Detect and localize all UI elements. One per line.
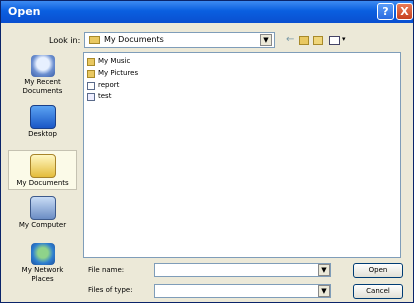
places-bar: My Recent Documents Desktop My Documents…: [8, 52, 77, 302]
folder-icon: [89, 36, 100, 44]
pictures-folder-icon: [87, 70, 95, 78]
place-desktop[interactable]: Desktop: [8, 105, 77, 138]
help-button[interactable]: ?: [377, 3, 394, 20]
place-label: My Documents: [16, 179, 69, 187]
new-folder-icon[interactable]: [313, 36, 323, 45]
file-name: My Music: [98, 57, 131, 65]
my-documents-icon: [29, 154, 56, 178]
music-folder-icon: [87, 58, 95, 66]
close-button[interactable]: X: [396, 3, 413, 20]
views-menu-icon[interactable]: [329, 36, 340, 45]
file-type-select[interactable]: ▼: [154, 284, 331, 298]
open-button[interactable]: Open: [353, 263, 403, 278]
open-dialog: Open ? X Look in: My Documents ▼ ← ▾ My …: [0, 0, 414, 303]
back-icon[interactable]: ←: [286, 34, 294, 46]
window-title: Open: [8, 5, 41, 18]
place-my-network-places[interactable]: My Network Places: [8, 243, 77, 283]
file-name: My Pictures: [98, 69, 139, 77]
file-list[interactable]: My Music My Pictures report test: [83, 52, 401, 258]
place-label: My Recent: [24, 78, 61, 86]
file-name: report: [98, 81, 120, 89]
place-my-documents[interactable]: My Documents: [8, 150, 77, 190]
file-name-input[interactable]: ▼: [154, 263, 331, 277]
place-label: Desktop: [28, 130, 57, 138]
title-bar[interactable]: Open ? X: [1, 1, 413, 23]
chevron-down-icon[interactable]: ▼: [318, 285, 330, 297]
place-label: Places: [31, 275, 54, 283]
network-places-icon: [30, 243, 55, 265]
look-in-dropdown[interactable]: My Documents ▼: [84, 32, 275, 48]
desktop-icon: [29, 105, 56, 129]
views-dropdown-arrow-icon[interactable]: ▾: [342, 35, 346, 43]
file-name-label: File name:: [88, 266, 125, 274]
chevron-down-icon[interactable]: ▼: [260, 34, 272, 46]
place-label: My Network: [21, 266, 64, 274]
document-icon: [87, 82, 95, 90]
up-folder-icon[interactable]: [299, 36, 309, 45]
chevron-down-icon[interactable]: ▼: [318, 264, 330, 276]
file-type-label: Files of type:: [88, 286, 133, 294]
my-computer-icon: [29, 196, 56, 220]
place-my-computer[interactable]: My Computer: [8, 196, 77, 229]
look-in-value: My Documents: [104, 35, 164, 44]
recent-icon: [30, 55, 55, 77]
file-name: test: [98, 92, 112, 100]
cancel-button[interactable]: Cancel: [353, 284, 403, 299]
look-in-label: Look in:: [49, 36, 81, 45]
place-my-recent-documents[interactable]: My Recent Documents: [8, 55, 77, 95]
place-label: Documents: [22, 87, 63, 95]
place-label: My Computer: [18, 221, 67, 229]
text-file-icon: [87, 93, 95, 101]
